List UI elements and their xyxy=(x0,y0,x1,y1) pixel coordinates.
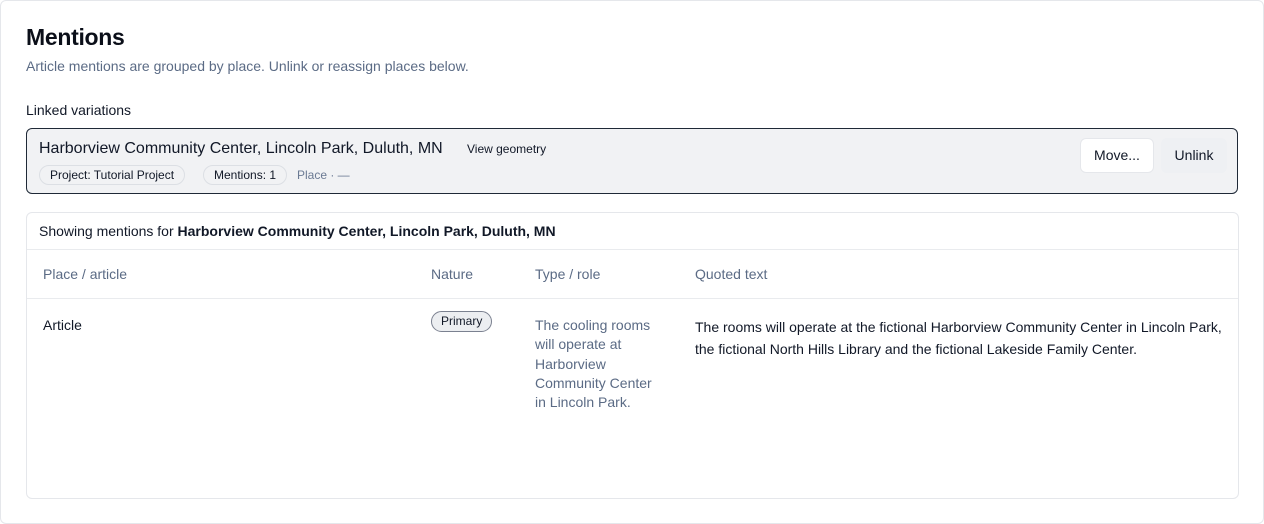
cell-type-role: The cooling rooms will operate at Harbor… xyxy=(535,317,652,411)
mentions-page: Mentions Article mentions are grouped by… xyxy=(0,0,1264,524)
cell-quoted-text: The rooms will operate at the fictional … xyxy=(695,319,1222,357)
column-header-quote: Quoted text xyxy=(695,266,768,282)
nature-badge: Primary xyxy=(431,311,493,332)
table-header-divider xyxy=(27,298,1238,299)
move-button[interactable]: Move... xyxy=(1080,138,1154,173)
mentions-count-chip: Mentions: 1 xyxy=(203,165,288,185)
showing-mentions-header: Showing mentions for Harborview Communit… xyxy=(39,223,556,239)
mentions-panel: Showing mentions for Harborview Communit… xyxy=(26,212,1239,499)
column-header-place: Place / article xyxy=(43,266,128,282)
linked-variation-card[interactable]: Harborview Community Center, Lincoln Par… xyxy=(26,128,1238,194)
showing-prefix: Showing mentions for xyxy=(39,223,174,239)
linked-variations-heading: Linked variations xyxy=(26,102,132,118)
cell-place-article: Article xyxy=(43,317,82,333)
page-title: Mentions xyxy=(26,24,125,50)
view-geometry-link[interactable]: View geometry xyxy=(467,142,546,156)
project-chip: Project: Tutorial Project xyxy=(39,165,186,185)
variation-name: Harborview Community Center, Lincoln Par… xyxy=(39,140,443,157)
showing-place-name: Harborview Community Center, Lincoln Par… xyxy=(177,223,556,239)
column-header-role: Type / role xyxy=(535,266,601,282)
page-subtitle: Article mentions are grouped by place. U… xyxy=(26,58,469,74)
column-header-nature: Nature xyxy=(431,266,474,282)
panel-divider xyxy=(27,249,1238,250)
unlink-button[interactable]: Unlink xyxy=(1161,138,1227,173)
place-meta: Place · — xyxy=(297,168,350,182)
